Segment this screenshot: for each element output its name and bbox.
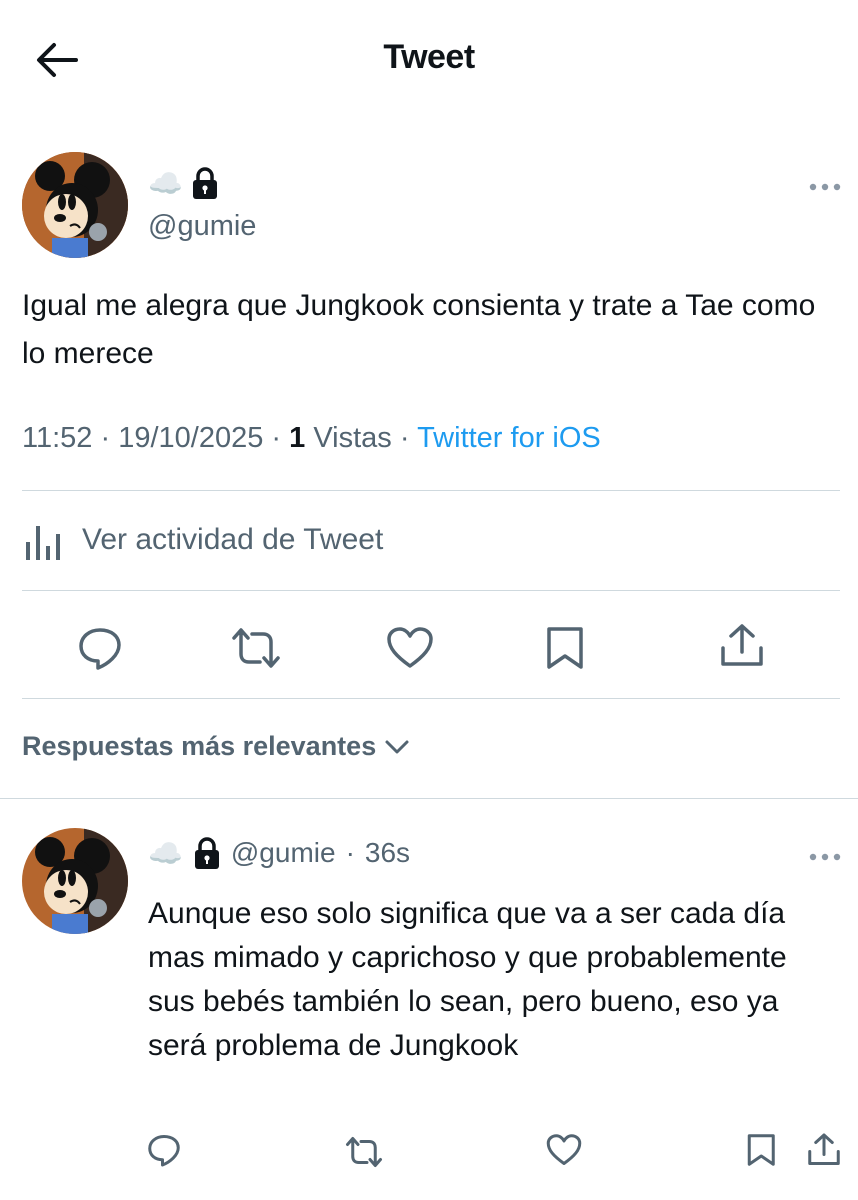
reply-handle[interactable]: @gumie [231,837,336,869]
reply-like-button[interactable] [546,1132,582,1168]
tweet-time: 11:52 [22,422,93,454]
avatar[interactable] [22,152,128,258]
separator-dot: · [271,422,290,454]
bookmark-button[interactable] [542,624,590,672]
tweet-source-link[interactable]: Twitter for iOS [417,422,601,454]
page-title: Tweet [383,38,475,76]
reply-text: Aunque eso solo significa que va a ser c… [148,897,787,1062]
activity-label: Ver actividad de Tweet [82,523,384,556]
bar-chart-icon [26,526,60,560]
tweet-meta: 11:52 · 19/10/2025 · 1 Vistas · Twitter … [22,422,601,455]
retweet-icon [346,1137,382,1167]
chevron-down-icon [385,740,409,753]
divider [22,590,840,591]
divider [22,490,840,491]
share-icon [808,1133,840,1165]
cloud-emoji: ☁️ [148,167,183,199]
reply-avatar[interactable] [22,828,128,934]
bookmark-icon [747,1134,775,1166]
more-horizontal-icon [809,853,841,861]
reply-reply-button[interactable] [146,1132,182,1168]
divider [0,798,858,799]
more-button[interactable] [808,180,842,198]
views-count: 1 [289,422,306,454]
reply-share-button[interactable] [806,1130,842,1170]
mickey-avatar-image [22,828,128,934]
like-button[interactable] [386,624,434,672]
author-name[interactable]: ☁️ [148,166,219,200]
reply-header: ☁️ @gumie · 36s [148,836,410,870]
replies-sort-toggle[interactable]: Respuestas más relevantes [22,731,410,762]
mickey-avatar-image [22,152,128,258]
heart-icon [546,1134,582,1165]
replies-sort-label: Respuestas más relevantes [22,731,377,761]
retweet-icon [232,628,280,668]
divider [22,698,840,699]
reply-icon [148,1135,180,1167]
tweet-date: 19/10/2025 [118,422,264,454]
author-handle[interactable]: @gumie [148,210,256,243]
lock-icon [194,837,219,869]
reply-retweet-button[interactable] [344,1134,384,1170]
separator-dot: · [100,422,119,454]
heart-icon [387,627,433,668]
more-horizontal-icon [809,183,841,191]
tweet-text: Igual me alegra que Jungkook consienta y… [22,289,816,370]
reply-more-button[interactable] [808,850,842,868]
reply-button[interactable] [76,624,124,672]
reply-bookmark-button[interactable] [744,1130,780,1170]
share-button[interactable] [718,622,766,670]
separator-dot: · [345,837,355,868]
views-label: Vistas [313,422,392,454]
lock-icon [192,167,217,199]
tweet-activity-link[interactable]: Ver actividad de Tweet [22,518,383,562]
cloud-emoji: ☁️ [148,837,183,869]
separator-dot: · [399,422,418,454]
reply-icon [79,628,121,670]
reply-age: 36s [364,837,411,868]
bookmark-icon [547,627,583,669]
share-icon [721,624,763,666]
retweet-button[interactable] [230,624,280,672]
